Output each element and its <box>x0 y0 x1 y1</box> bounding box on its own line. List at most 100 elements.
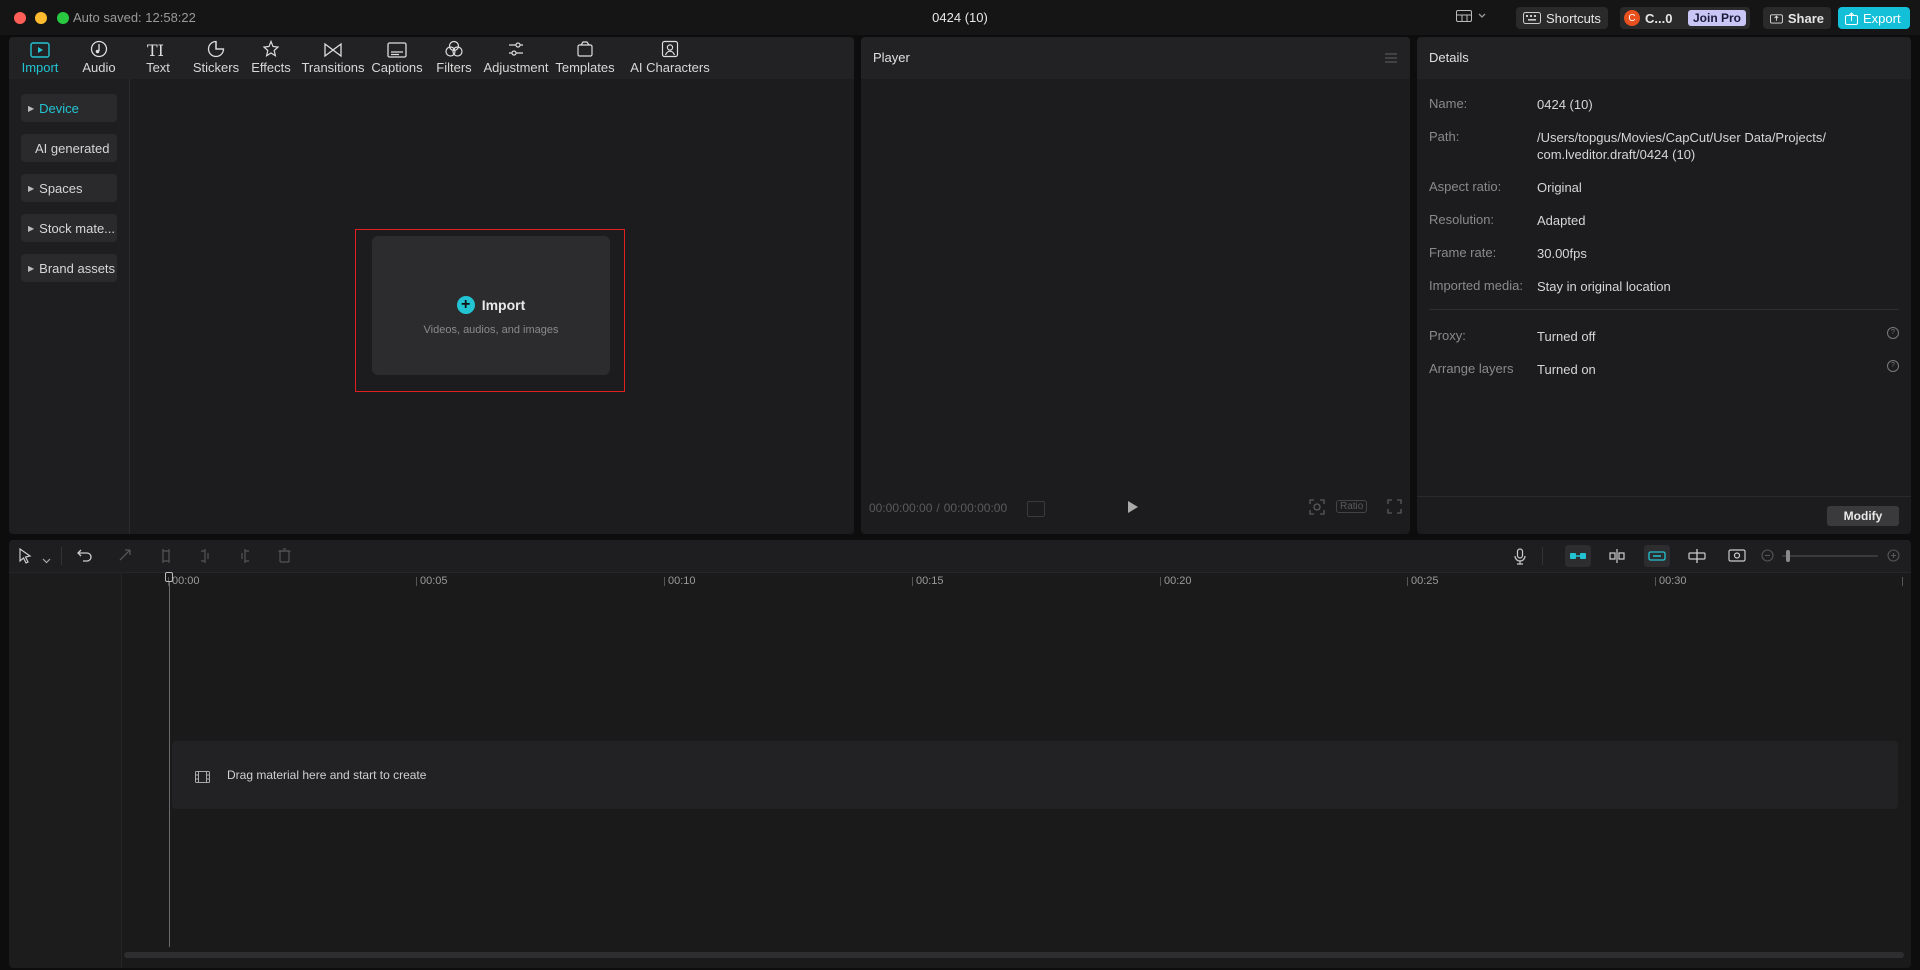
zoom-slider[interactable] <box>1782 550 1878 562</box>
sidebar-item-label: Stock mate... <box>39 220 116 236</box>
layout-menu-button[interactable] <box>1456 10 1486 22</box>
shortcuts-button[interactable]: Shortcuts <box>1516 7 1608 29</box>
audio-icon <box>90 40 108 58</box>
trim-right-icon <box>241 549 249 563</box>
caret-right-icon: ▶ <box>28 223 35 233</box>
zoom-out-button[interactable] <box>1761 549 1774 567</box>
sidebar-item-spaces[interactable]: ▶ Spaces <box>21 174 117 202</box>
adjustment-icon <box>509 42 523 56</box>
current-time: 00:00:00:00 <box>869 501 933 515</box>
timecode-format-icon[interactable] <box>1027 501 1045 517</box>
details-title: Details <box>1429 50 1469 65</box>
title-bar: Auto saved: 12:58:22 0424 (10) Shortcuts… <box>0 0 1920 35</box>
import-dropzone[interactable]: + Import Videos, audios, and images <box>372 236 610 375</box>
playhead-handle[interactable] <box>165 572 173 582</box>
trim-left-button[interactable] <box>199 548 211 569</box>
player-header <box>861 37 1410 79</box>
transitions-icon <box>324 42 342 58</box>
main-track-magnet-button[interactable] <box>1565 545 1591 567</box>
import-button[interactable]: + Import <box>372 296 610 314</box>
tab-transitions[interactable]: Transitions <box>297 37 369 79</box>
detail-value-name: 0424 (10) <box>1537 97 1593 112</box>
drop-hint-text: Drag material here and start to create <box>227 768 427 782</box>
play-button[interactable] <box>1127 500 1139 519</box>
trash-icon <box>278 548 291 563</box>
tab-captions-label: Captions <box>371 60 423 75</box>
main-track-dropzone[interactable]: Drag material here and start to create <box>172 741 1898 809</box>
delete-button[interactable] <box>278 548 291 568</box>
ai-character-icon <box>661 40 679 58</box>
magnet-link-icon <box>1570 553 1586 559</box>
cover-icon <box>1728 549 1746 562</box>
media-panel: Import Audio TI Text Stickers Effects Tr… <box>9 37 854 534</box>
sidebar-item-label: Device <box>39 100 79 116</box>
snapshot-icon <box>1309 499 1325 515</box>
minimize-window-button[interactable] <box>35 12 47 24</box>
share-button[interactable]: Share <box>1763 7 1831 29</box>
templates-icon <box>577 41 593 57</box>
tab-ai-characters[interactable]: AI Characters <box>619 37 721 79</box>
preview-axis-button[interactable] <box>1688 548 1706 569</box>
detail-label-imported-media: Imported media: <box>1429 278 1523 293</box>
select-tool-button[interactable] <box>18 547 32 569</box>
linkage-button[interactable] <box>1644 545 1670 567</box>
player-timecode: 00:00:00:00 / 00:00:00:00 <box>869 501 1007 515</box>
sidebar-item-brand-assets[interactable]: ▶ Brand assets <box>21 254 117 282</box>
undo-button[interactable] <box>77 548 93 567</box>
playhead-line[interactable] <box>169 582 170 947</box>
info-icon[interactable]: ? <box>1887 327 1899 339</box>
sidebar-item-label: AI generated <box>35 140 110 156</box>
ratio-button[interactable]: Ratio <box>1336 500 1368 513</box>
tab-ai-characters-label: AI Characters <box>630 60 710 75</box>
tab-import[interactable]: Import <box>13 37 67 79</box>
record-voiceover-button[interactable] <box>1514 548 1526 570</box>
sidebar-item-label: Brand assets <box>39 260 116 276</box>
tab-captions[interactable]: Captions <box>367 37 427 79</box>
avatar: C <box>1624 10 1640 26</box>
close-window-button[interactable] <box>14 12 26 24</box>
player-menu-button[interactable] <box>1384 51 1398 69</box>
snapshot-button[interactable] <box>1309 499 1325 520</box>
modify-button[interactable]: Modify <box>1827 506 1899 526</box>
ruler-tick: 00:05 <box>416 575 448 587</box>
split-button[interactable] <box>160 548 172 569</box>
sidebar-item-ai-generated[interactable]: AI generated <box>21 134 117 162</box>
cover-button[interactable] <box>1728 548 1746 569</box>
timeline-horizontal-scrollbar[interactable] <box>124 952 1904 958</box>
select-tool-dropdown[interactable] <box>42 551 51 569</box>
export-button[interactable]: Export <box>1838 7 1910 29</box>
detail-value-arrange-layers: Turned on <box>1537 362 1596 377</box>
sidebar-item-device[interactable]: ▶ Device <box>21 94 117 122</box>
sidebar-item-stock-material[interactable]: ▶ Stock mate... <box>21 214 117 242</box>
maximize-window-button[interactable] <box>57 12 69 24</box>
zoom-slider-handle[interactable] <box>1786 550 1790 562</box>
join-pro-button[interactable]: Join Pro <box>1687 10 1746 26</box>
tab-effects[interactable]: Effects <box>244 37 298 79</box>
timeline-ruler[interactable] <box>122 572 1911 588</box>
detail-value-resolution: Adapted <box>1537 213 1586 228</box>
toolbar-divider <box>1542 547 1543 565</box>
account-button[interactable]: C C...0 Join Pro <box>1620 7 1750 29</box>
tab-filters[interactable]: Filters <box>427 37 481 79</box>
tab-text[interactable]: TI Text <box>131 37 185 79</box>
tab-stickers[interactable]: Stickers <box>186 37 246 79</box>
zoom-in-button[interactable] <box>1887 549 1900 567</box>
info-icon[interactable]: ? <box>1887 360 1899 372</box>
tab-audio[interactable]: Audio <box>72 37 126 79</box>
trim-right-button[interactable] <box>239 548 251 569</box>
ruler-tick: 00:30 <box>1655 575 1687 587</box>
share-label: Share <box>1787 10 1824 26</box>
fullscreen-button[interactable] <box>1387 499 1402 519</box>
layout-icon <box>1456 10 1472 22</box>
tab-adjustment[interactable]: Adjustment <box>481 37 551 79</box>
detail-value-proxy: Turned off <box>1537 329 1596 344</box>
detail-label-proxy: Proxy: <box>1429 328 1466 343</box>
auto-snap-button[interactable] <box>1608 548 1626 569</box>
detail-value-path: /Users/topgus/Movies/CapCut/User Data/Pr… <box>1537 129 1826 163</box>
redo-button[interactable] <box>117 548 133 567</box>
tab-templates-label: Templates <box>555 60 615 75</box>
detail-value-frame-rate: 30.00fps <box>1537 246 1587 261</box>
export-label: Export <box>1863 10 1901 26</box>
track-header-column <box>9 573 122 968</box>
tab-templates[interactable]: Templates <box>553 37 617 79</box>
